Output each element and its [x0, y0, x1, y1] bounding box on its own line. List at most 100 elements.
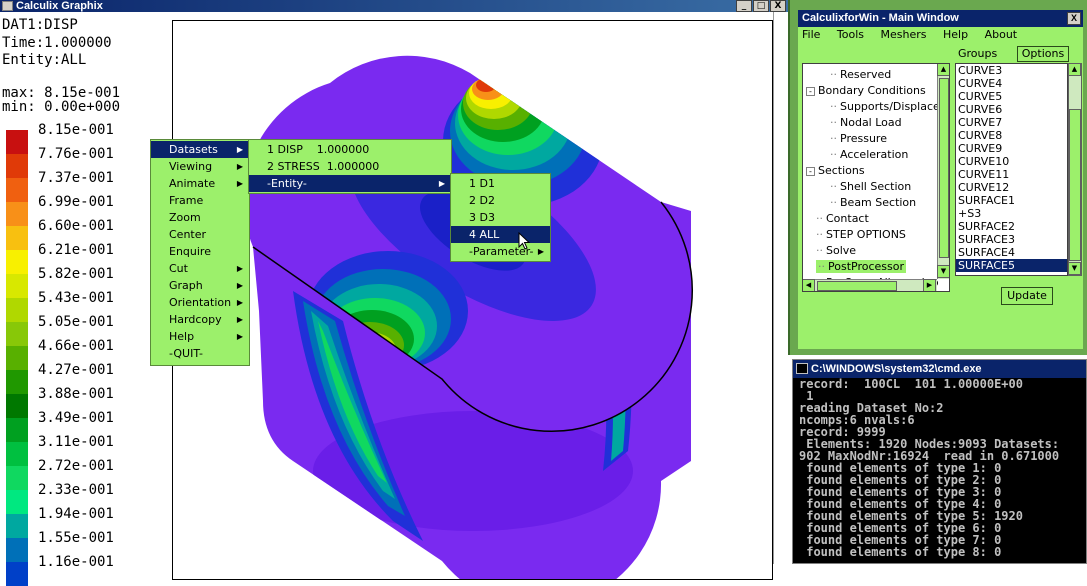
tree-item-label: STEP OPTIONS: [826, 228, 906, 241]
legend-swatch: [6, 346, 28, 370]
menu-item-datasets[interactable]: Datasets ▶: [151, 141, 249, 158]
group-item[interactable]: SURFACE3: [956, 233, 1067, 246]
group-item[interactable]: CURVE7: [956, 116, 1067, 129]
tree-item-label: Contact: [826, 212, 869, 225]
tree-item[interactable]: ·· Solve: [816, 244, 856, 257]
group-item[interactable]: CURVE4: [956, 77, 1067, 90]
time-info: Time:1.000000: [2, 35, 112, 51]
menu-item-label: Help: [169, 330, 195, 343]
menu-item-label: Animate: [169, 177, 216, 190]
group-item[interactable]: SURFACE5: [956, 259, 1067, 272]
tree-vertical-scrollbar[interactable]: ▲ ▼: [937, 64, 949, 279]
menu-about[interactable]: About: [985, 28, 1018, 41]
legend-swatch: [6, 490, 28, 514]
options-button[interactable]: Options: [1017, 46, 1069, 62]
cmd-titlebar[interactable]: C:\WINDOWS\system32\cmd.exe: [793, 360, 1086, 378]
group-item[interactable]: CURVE12: [956, 181, 1067, 194]
tree-item[interactable]: ·· Supports/Displaceme: [830, 100, 949, 113]
group-item[interactable]: CURVE5: [956, 90, 1067, 103]
graphix-titlebar[interactable]: Calculix Graphix _ □ X: [0, 0, 788, 12]
groups-scroll-down-icon[interactable]: ▼: [1068, 262, 1081, 275]
groups-list[interactable]: CURVE3 CURVE4 CURVE5 CURVE6 CURVE7 CURVE8 CURV…: [955, 63, 1068, 276]
group-item[interactable]: SURFACE4: [956, 246, 1067, 259]
scroll-right-icon[interactable]: ▶: [923, 279, 936, 291]
tree-item[interactable]: ·· Shell Section: [830, 180, 911, 193]
tree-hscroll-thumb[interactable]: [817, 281, 897, 291]
close-button[interactable]: X: [770, 0, 786, 12]
group-item[interactable]: CURVE9: [956, 142, 1067, 155]
tree-item[interactable]: ·· PostProcessor: [816, 260, 906, 273]
tree-scroll-thumb[interactable]: [939, 78, 949, 258]
menu-item-enquire[interactable]: Enquire: [151, 243, 249, 260]
menu-item-graph[interactable]: Graph ▶: [151, 277, 249, 294]
group-item[interactable]: CURVE8: [956, 129, 1067, 142]
maximize-button[interactable]: □: [753, 0, 769, 12]
tree-horizontal-scrollbar[interactable]: ◀ ▶: [803, 279, 937, 291]
tree-item-label: Reserved: [840, 68, 892, 81]
groups-scroll-thumb[interactable]: [1069, 109, 1081, 261]
tree-item[interactable]: ·· Contact: [816, 212, 869, 225]
tree-item[interactable]: ·· Acceleration: [830, 148, 908, 161]
entity-item-parameter[interactable]: -Parameter- ▶: [451, 243, 550, 260]
entity-item-3-d3[interactable]: 3 D3: [451, 209, 550, 226]
group-item[interactable]: CURVE6: [956, 103, 1067, 116]
plot-viewport[interactable]: [172, 20, 773, 580]
menu-item-label: Center: [169, 228, 207, 241]
scroll-up-icon[interactable]: ▲: [937, 64, 949, 76]
group-item[interactable]: +S3: [956, 207, 1067, 220]
scroll-down-icon[interactable]: ▼: [937, 265, 949, 278]
entity-item-4-all[interactable]: 4 ALL: [451, 226, 550, 243]
model-tree[interactable]: ·· Reserved - Bondary Conditions ·· Supports/…: [802, 63, 950, 292]
entity-item-1-d1[interactable]: 1 D1: [451, 175, 550, 192]
cfw-titlebar[interactable]: CalculixforWin - Main Window X: [798, 10, 1083, 27]
menu-item-help[interactable]: Help ▶: [151, 328, 249, 345]
group-item[interactable]: CURVE3: [956, 64, 1067, 77]
minimize-button[interactable]: _: [736, 0, 752, 12]
tree-item[interactable]: ·· Beam Section: [830, 196, 916, 209]
legend-label: 6.99e-001: [38, 194, 114, 210]
update-button[interactable]: Update: [1001, 287, 1053, 305]
entity-item-2-d2[interactable]: 2 D2: [451, 192, 550, 209]
menu-item-viewing[interactable]: Viewing ▶: [151, 158, 249, 175]
menu-item-orientation[interactable]: Orientation ▶: [151, 294, 249, 311]
dataset-item-entity[interactable]: -Entity- ▶: [249, 175, 451, 192]
groups-scroll-up-icon[interactable]: ▲: [1068, 63, 1081, 76]
menu-item-hardcopy[interactable]: Hardcopy ▶: [151, 311, 249, 328]
dataset-item-1-disp-1-000000[interactable]: 1 DISP 1.000000: [249, 141, 451, 158]
legend-swatch: [6, 466, 28, 490]
group-item[interactable]: CURVE11: [956, 168, 1067, 181]
cfw-close-button[interactable]: X: [1067, 12, 1081, 25]
menu-item-frame[interactable]: Frame: [151, 192, 249, 209]
mouse-cursor-icon: [518, 232, 531, 250]
tree-collapse-icon[interactable]: -: [806, 167, 815, 176]
scroll-left-icon[interactable]: ◀: [803, 279, 815, 291]
menu-item-label: Datasets: [169, 143, 218, 156]
group-item[interactable]: CURVE10: [956, 155, 1067, 168]
tree-item[interactable]: ·· STEP OPTIONS: [816, 228, 906, 241]
menu-help[interactable]: Help: [943, 28, 968, 41]
menu-item-center[interactable]: Center: [151, 226, 249, 243]
menu-item-animate[interactable]: Animate ▶: [151, 175, 249, 192]
tree-collapse-icon[interactable]: -: [806, 87, 815, 96]
submenu-arrow-icon: ▶: [236, 162, 243, 171]
menu-item-cut[interactable]: Cut ▶: [151, 260, 249, 277]
tree-item[interactable]: ·· Pressure: [830, 132, 887, 145]
tree-item[interactable]: - Sections: [806, 164, 865, 177]
legend-swatch: [6, 202, 28, 226]
group-item[interactable]: SURFACE2: [956, 220, 1067, 233]
groups-scrollbar[interactable]: ▲ ▼: [1068, 63, 1082, 276]
menu-tools[interactable]: Tools: [837, 28, 864, 41]
menu-item-zoom[interactable]: Zoom: [151, 209, 249, 226]
tree-item[interactable]: ·· Reserved: [830, 68, 891, 81]
dataset-item-2-stress-1-000000[interactable]: 2 STRESS 1.000000: [249, 158, 451, 175]
tree-item[interactable]: ·· Nodal Load: [830, 116, 902, 129]
legend-label: 5.43e-001: [38, 290, 114, 306]
tree-item[interactable]: - Bondary Conditions: [806, 84, 926, 97]
legend-label: 2.72e-001: [38, 458, 114, 474]
menu-file[interactable]: File: [802, 28, 820, 41]
legend-swatch: [6, 418, 28, 442]
group-item[interactable]: SURFACE1: [956, 194, 1067, 207]
menu-item-quit[interactable]: -QUIT-: [151, 345, 249, 362]
menu-meshers[interactable]: Meshers: [881, 28, 927, 41]
menu-item-label: 1 DISP 1.000000: [267, 143, 370, 156]
